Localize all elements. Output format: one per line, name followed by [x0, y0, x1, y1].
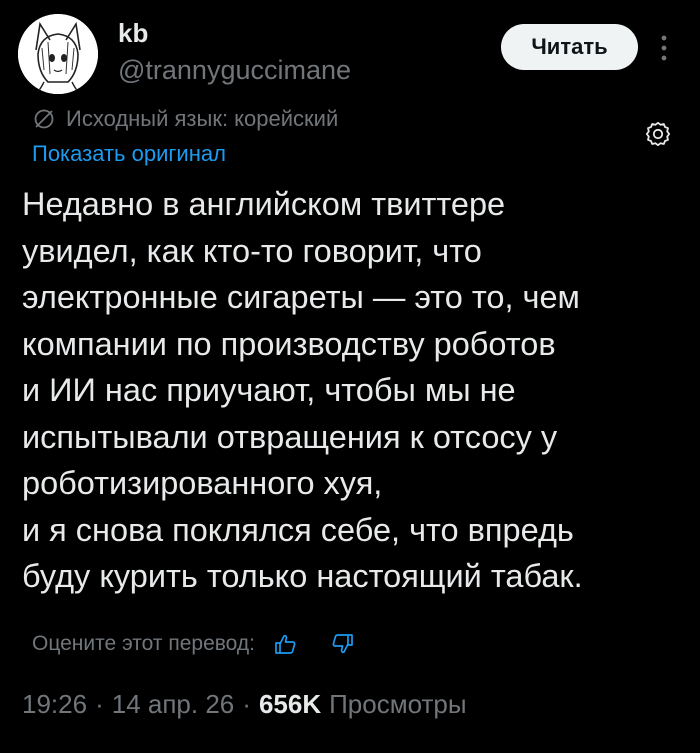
gear-icon[interactable] — [644, 120, 672, 148]
views-label: Просмотры — [329, 688, 467, 719]
tweet-text-line: и я снова поклялся себе, что впредь — [22, 511, 574, 548]
tweet-text: Недавно в английском твиттере увидел, ка… — [22, 181, 682, 600]
meta-separator: · — [95, 688, 104, 719]
translated-from-row: Исходный язык: корейский — [32, 104, 338, 134]
follow-button[interactable]: Читать — [501, 24, 638, 70]
thumbs-up-icon[interactable] — [273, 631, 299, 657]
tweet-text-line: увидел, как кто-то говорит, что — [22, 232, 482, 269]
views-count: 656K — [258, 688, 322, 719]
tweet-text-line: Недавно в английском твиттере — [22, 186, 506, 222]
tweet-text-line: буду курить только настоящий табак. — [22, 558, 583, 594]
tweet-text-line: компании по производству роботов — [22, 325, 556, 362]
author-handle[interactable]: @trannyguccimane — [118, 54, 351, 86]
tweet-text-line: и ИИ нас приучают, чтобы мы не — [22, 372, 516, 408]
tweet-time[interactable]: 19:26 — [22, 689, 87, 720]
tweet-text-line: роботизированного хуя, — [22, 465, 383, 501]
show-original-link[interactable]: Показать оригинал — [32, 140, 226, 168]
translated-from-label: Исходный язык: корейский — [66, 106, 339, 131]
tweet-meta-row: 19:26 · 14 апр. 26 · 656K Просмотры — [22, 686, 467, 722]
author-display-name[interactable]: kb — [118, 18, 148, 48]
tweet-text-line: испытывали отвращения к отсосу у — [22, 418, 558, 455]
avatar[interactable] — [18, 14, 98, 94]
rate-translation-row: Оцените этот перевод: — [32, 627, 355, 661]
rate-translation-label: Оцените этот перевод: — [32, 632, 255, 655]
avatar-drawing-icon — [18, 14, 98, 94]
meta-separator: · — [242, 688, 251, 719]
tweet-text-line: электронные сигареты — это то, чем — [22, 279, 580, 315]
globe-icon — [34, 109, 54, 129]
thumbs-down-icon[interactable] — [329, 631, 355, 657]
more-options-icon[interactable] — [652, 30, 676, 66]
tweet-date[interactable]: 14 апр. 26 — [112, 689, 235, 720]
